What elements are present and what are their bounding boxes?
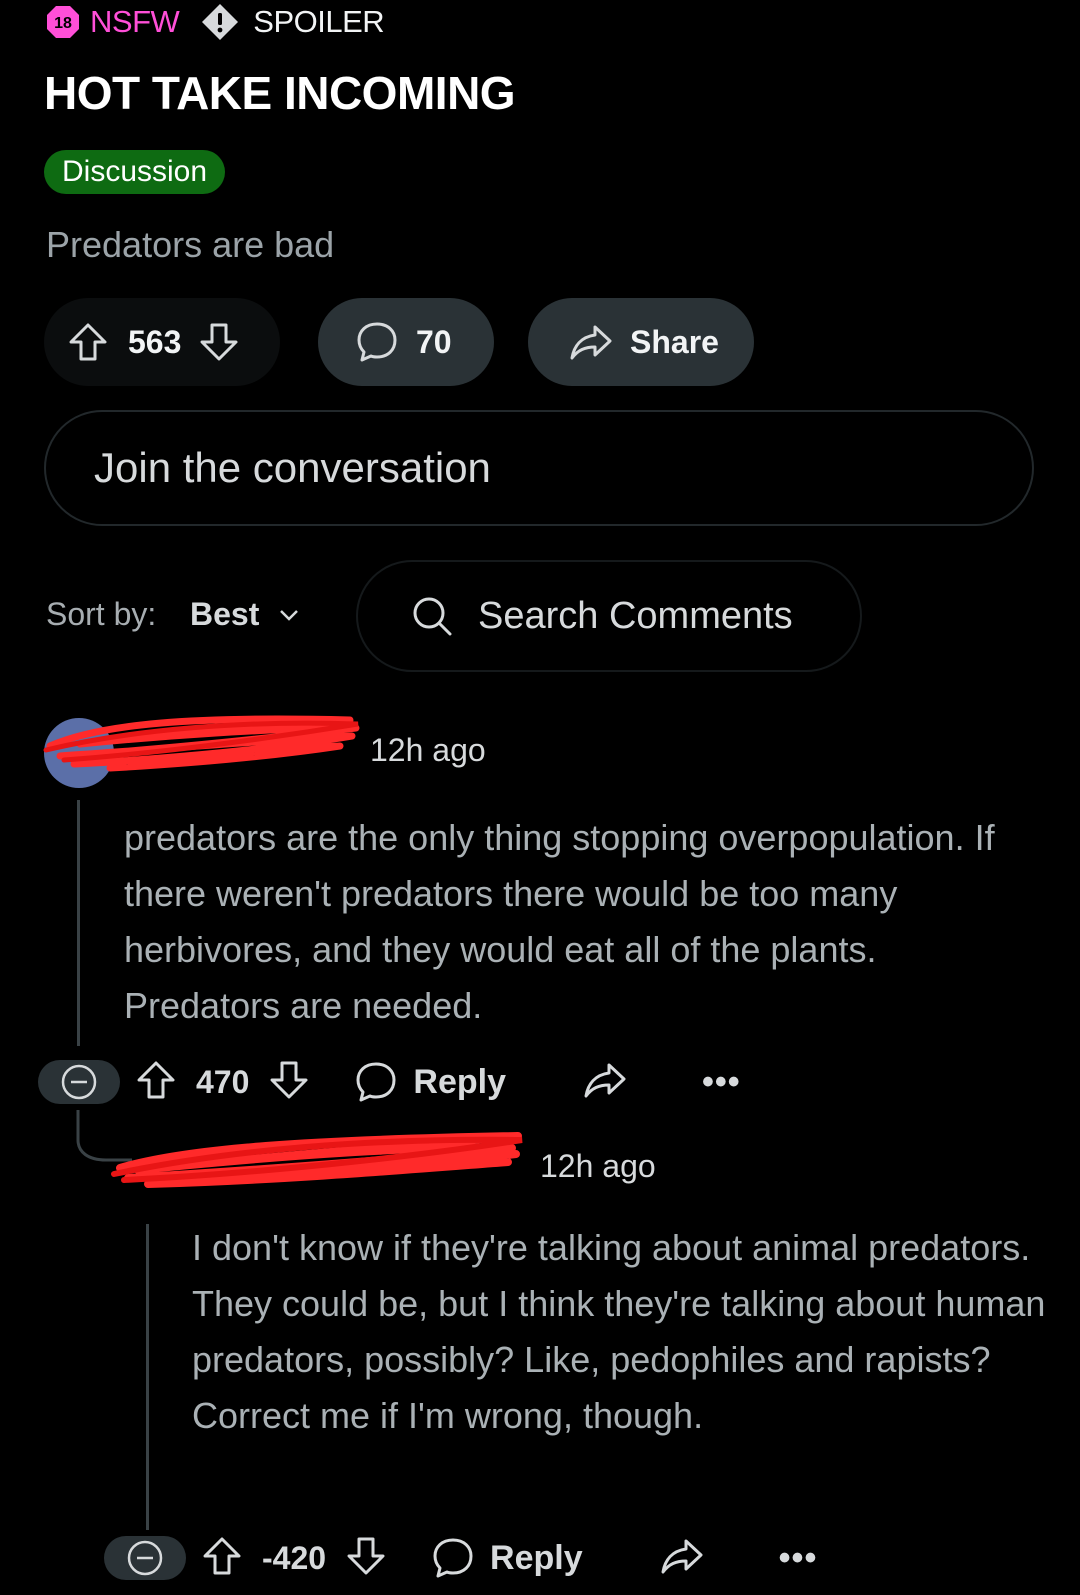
sort-dropdown[interactable]: Best <box>190 596 259 633</box>
post-score: 563 <box>128 323 182 360</box>
reply-label: Reply <box>413 1062 506 1101</box>
comment-count: 70 <box>416 323 452 360</box>
join-conversation-input[interactable]: Join the conversation <box>44 410 1034 526</box>
upvote-icon[interactable] <box>134 1058 178 1107</box>
redacted-username-scribble <box>43 715 360 772</box>
spoiler-icon <box>201 3 239 41</box>
share-button[interactable]: Share <box>528 298 754 386</box>
comment-timestamp: 12h ago <box>370 732 486 768</box>
collapse-icon <box>61 1064 97 1100</box>
comment-icon <box>354 319 400 365</box>
search-placeholder: Search Comments <box>478 594 793 637</box>
downvote-icon[interactable] <box>197 320 241 364</box>
post-tags: 18 NSFW SPOILER <box>46 2 385 42</box>
share-label: Share <box>630 323 719 360</box>
thread-line[interactable] <box>146 1224 149 1530</box>
post-body: Predators are bad <box>46 224 335 265</box>
reply-label: Reply <box>490 1538 583 1577</box>
collapse-icon <box>127 1540 163 1576</box>
svg-text:18: 18 <box>54 15 72 32</box>
collapse-button[interactable] <box>104 1536 186 1580</box>
post-flair[interactable]: Discussion <box>44 150 226 194</box>
comment-icon <box>433 1538 473 1578</box>
comment-body: predators are the only thing stopping ov… <box>124 817 995 1026</box>
comment-timestamp: 12h ago <box>540 1148 656 1184</box>
reply-button[interactable]: Reply <box>353 1059 506 1105</box>
post-title: HOT TAKE INCOMING <box>44 67 516 119</box>
comment-actions: -420 Reply ••• <box>104 1528 817 1588</box>
comment-score: -420 <box>262 1539 327 1576</box>
downvote-icon[interactable] <box>344 1534 388 1583</box>
thread-line[interactable] <box>77 800 80 1046</box>
sort-label: Sort by: <box>46 596 157 632</box>
more-icon[interactable]: ••• <box>779 1539 818 1578</box>
search-icon <box>413 597 452 636</box>
comment-score: 470 <box>196 1063 250 1100</box>
collapse-button[interactable] <box>38 1060 120 1104</box>
comment-icon <box>356 1062 396 1102</box>
upvote-icon[interactable] <box>66 320 110 364</box>
post-vote-pill: 563 <box>44 298 280 386</box>
share-icon[interactable] <box>582 1057 628 1108</box>
redacted-username-scribble <box>111 1132 523 1188</box>
search-comments-input[interactable]: Search Comments <box>356 560 862 672</box>
comment-actions: 470 Reply ••• <box>38 1052 741 1112</box>
reply-button[interactable]: Reply <box>430 1535 583 1581</box>
share-icon[interactable] <box>659 1533 705 1584</box>
upvote-icon[interactable] <box>200 1534 244 1583</box>
chevron-down-icon[interactable] <box>278 604 300 631</box>
downvote-icon[interactable] <box>267 1058 311 1107</box>
join-conversation-placeholder: Join the conversation <box>94 444 491 491</box>
comments-button[interactable]: 70 <box>318 298 494 386</box>
nsfw-label: NSFW <box>90 4 180 39</box>
nsfw-badge-icon: 18 <box>46 5 80 39</box>
spoiler-label: SPOILER <box>253 4 385 39</box>
comment-body: I don't know if they're talking about an… <box>192 1227 1046 1436</box>
share-icon <box>568 319 614 365</box>
more-icon[interactable]: ••• <box>702 1063 741 1102</box>
